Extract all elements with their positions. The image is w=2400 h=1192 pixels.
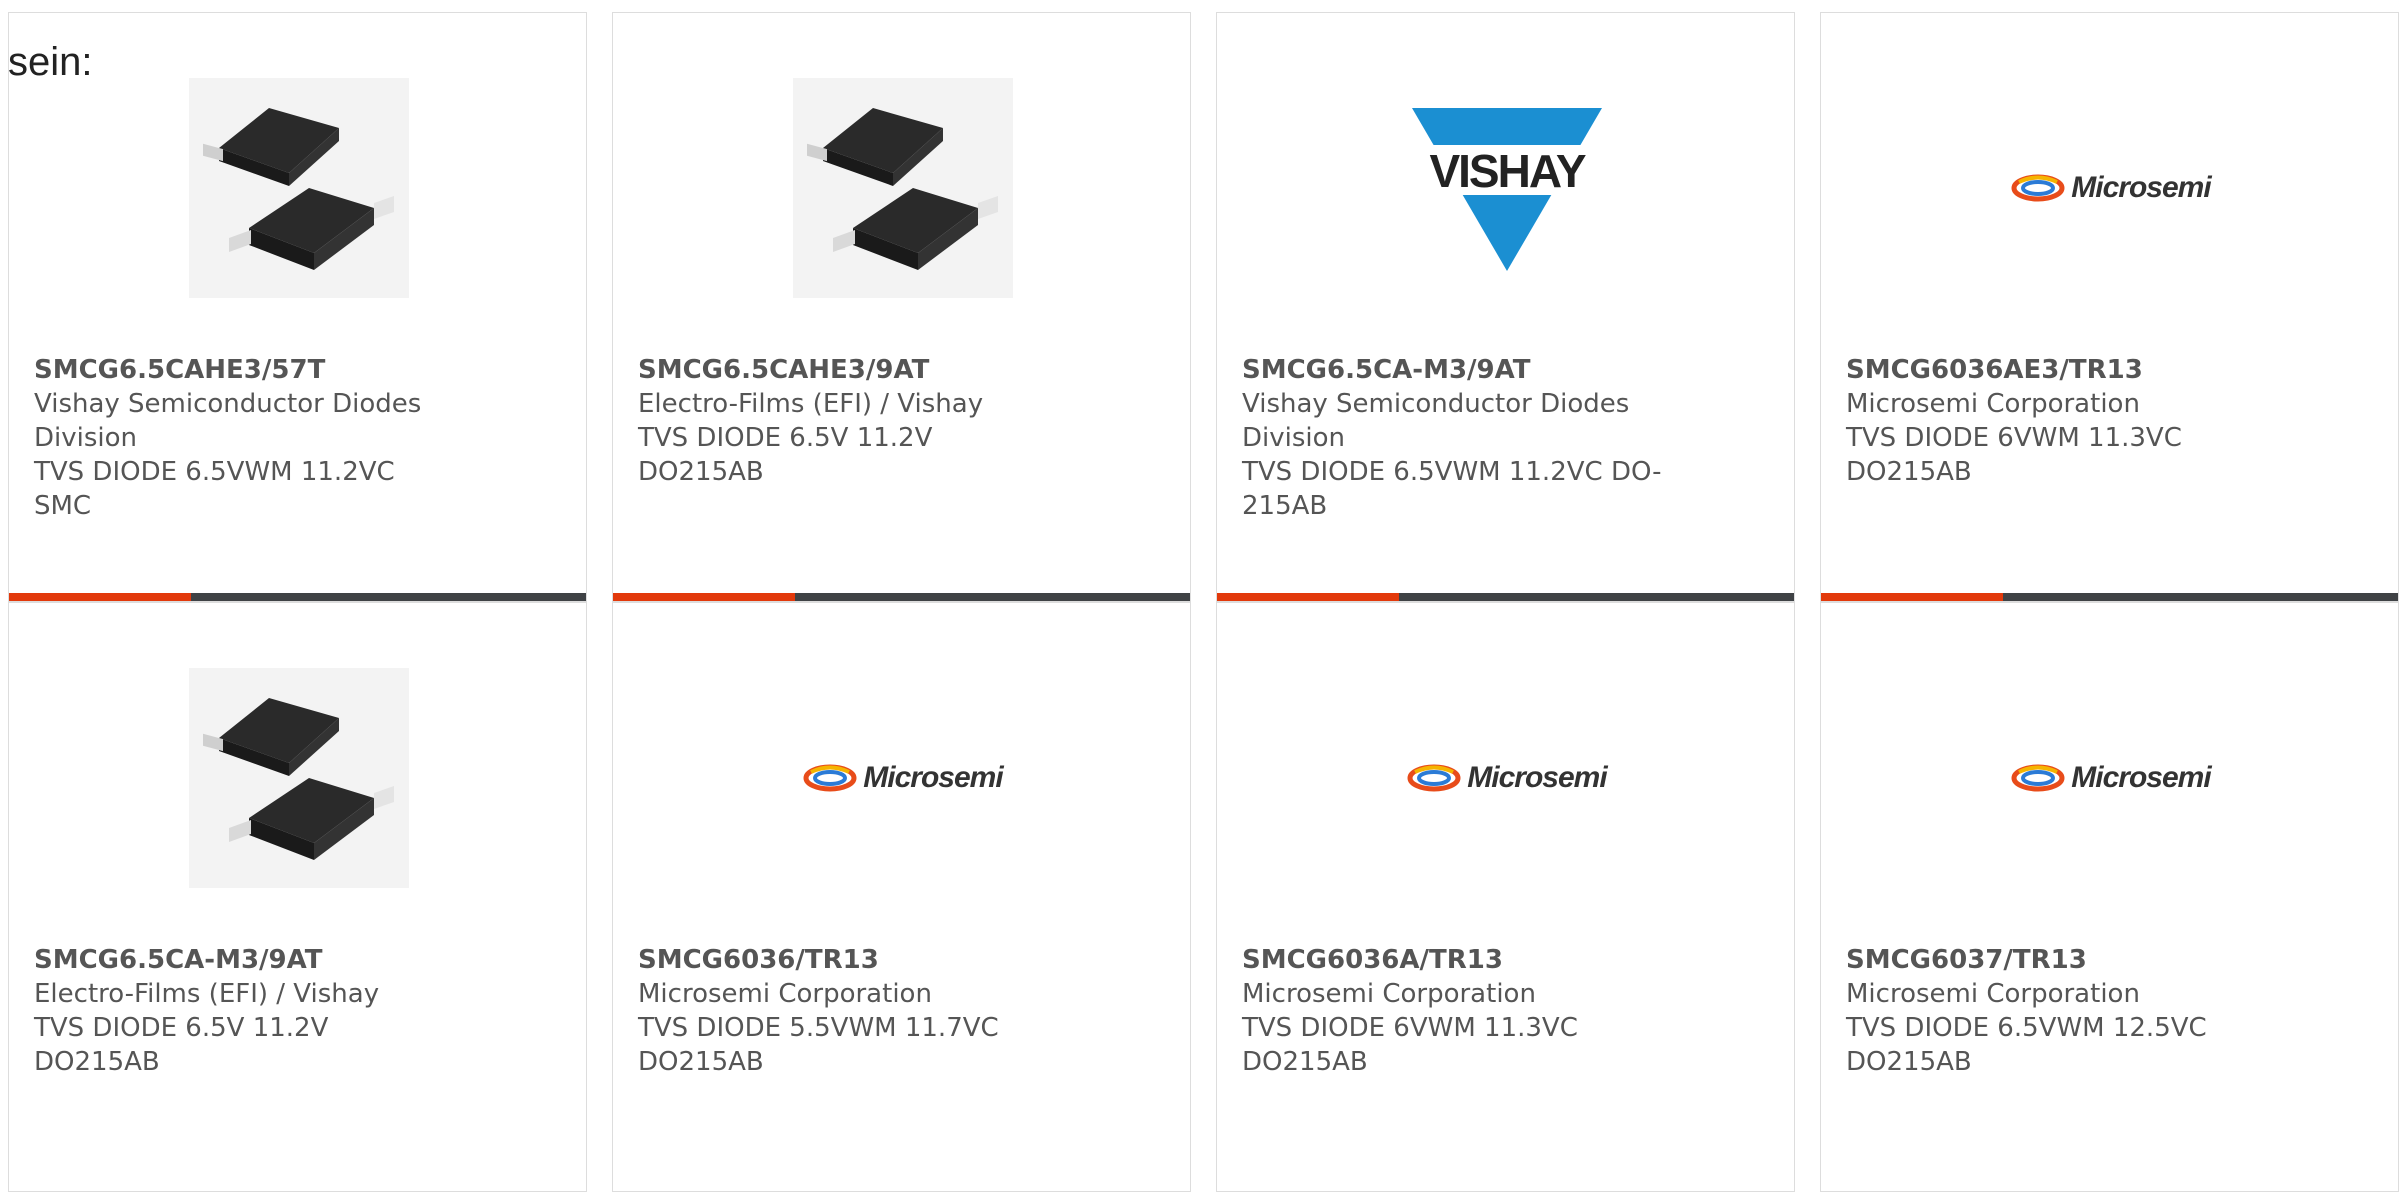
product-info: SMCG6.5CAHE3/9AT Electro-Films (EFI) / Vi… [638, 353, 1058, 489]
microsemi-logo: Microsemi [803, 761, 1004, 795]
product-description: TVS DIODE 6.5VWM 11.2VC DO-215AB [1242, 457, 1662, 521]
product-image[interactable] [793, 78, 1013, 298]
product-info: SMCG6036A/TR13 Microsemi Corporation TVS D… [1242, 943, 1662, 1079]
product-part-number[interactable]: SMCG6.5CA-M3/9AT [34, 943, 454, 977]
product-part-number[interactable]: SMCG6.5CA-M3/9AT [1242, 353, 1662, 387]
vishay-logo: VISHAY [1407, 108, 1607, 271]
product-manufacturer: Electro-Films (EFI) / Vishay [638, 389, 984, 419]
product-image[interactable]: Microsemi [1397, 668, 1617, 888]
product-image[interactable]: Microsemi [793, 668, 1013, 888]
product-part-number[interactable]: SMCG6.5CAHE3/9AT [638, 353, 1058, 387]
microsemi-swirl-icon [2011, 764, 2065, 792]
product-part-number[interactable]: SMCG6036/TR13 [638, 943, 1058, 977]
product-manufacturer: Microsemi Corporation [1846, 389, 2140, 419]
product-part-number[interactable]: SMCG6037/TR13 [1846, 943, 2266, 977]
product-card[interactable]: Microsemi SMCG6036A/TR13 Microsemi Corpora… [1216, 602, 1795, 1192]
card-footer-accent [1821, 593, 2003, 601]
product-info: SMCG6.5CA-M3/9AT Vishay Semiconductor Dio… [1242, 353, 1662, 523]
product-manufacturer: Vishay Semiconductor Diodes Division [34, 389, 422, 453]
microsemi-logo: Microsemi [1407, 761, 1608, 795]
product-info: SMCG6036AE3/TR13 Microsemi Corporation TVS… [1846, 353, 2266, 489]
product-card[interactable]: Microsemi SMCG6036/TR13 Microsemi Corporat… [612, 602, 1191, 1192]
product-manufacturer: Microsemi Corporation [1242, 979, 1536, 1009]
product-image[interactable] [189, 78, 409, 298]
product-info: SMCG6037/TR13 Microsemi Corporation TVS DI… [1846, 943, 2266, 1079]
product-image[interactable]: Microsemi [2001, 78, 2221, 298]
card-footer-accent [9, 593, 191, 601]
product-info: SMCG6036/TR13 Microsemi Corporation TVS DI… [638, 943, 1058, 1079]
product-card[interactable]: Microsemi SMCG6037/TR13 Microsemi Corporat… [1820, 602, 2399, 1192]
intro-text: sein: [8, 40, 93, 84]
product-part-number[interactable]: SMCG6036AE3/TR13 [1846, 353, 2266, 387]
product-image[interactable]: Microsemi [2001, 668, 2221, 888]
product-card[interactable]: SMCG6.5CAHE3/9AT Electro-Films (EFI) / Vi… [612, 12, 1191, 602]
product-image[interactable]: VISHAY [1397, 78, 1617, 298]
product-description: TVS DIODE 6.5V 11.2V DO215AB [638, 423, 933, 487]
product-description: TVS DIODE 6VWM 11.3VC DO215AB [1242, 1013, 1578, 1077]
product-image[interactable] [189, 668, 409, 888]
smc-package-photo [189, 668, 409, 888]
product-manufacturer: Microsemi Corporation [638, 979, 932, 1009]
product-card[interactable]: VISHAY SMCG6.5CA-M3/9AT Vishay Semiconduct… [1216, 12, 1795, 602]
svg-text:VISHAY: VISHAY [1429, 145, 1585, 197]
product-description: TVS DIODE 6.5VWM 11.2VC SMC [34, 457, 395, 521]
product-info: SMCG6.5CAHE3/57T Vishay Semiconductor Dio… [34, 353, 454, 523]
microsemi-wordmark: Microsemi [2071, 171, 2211, 204]
microsemi-logo: Microsemi [2011, 171, 2212, 205]
product-manufacturer: Vishay Semiconductor Diodes Division [1242, 389, 1630, 453]
smc-package-photo [189, 78, 409, 298]
microsemi-wordmark: Microsemi [863, 761, 1003, 794]
microsemi-swirl-icon [2011, 174, 2065, 202]
microsemi-wordmark: Microsemi [2071, 761, 2211, 794]
product-description: TVS DIODE 6.5V 11.2V DO215AB [34, 1013, 329, 1077]
microsemi-wordmark: Microsemi [1467, 761, 1607, 794]
product-card[interactable]: SMCG6.5CAHE3/57T Vishay Semiconductor Dio… [8, 12, 587, 602]
card-footer-bar [9, 593, 586, 601]
smc-package-photo [793, 78, 1013, 298]
microsemi-swirl-icon [1407, 764, 1461, 792]
microsemi-swirl-icon [803, 764, 857, 792]
card-footer-bar [1217, 593, 1794, 601]
product-description: TVS DIODE 6.5VWM 12.5VC DO215AB [1846, 1013, 2207, 1077]
microsemi-logo: Microsemi [2011, 761, 2212, 795]
product-description: TVS DIODE 5.5VWM 11.7VC DO215AB [638, 1013, 999, 1077]
card-footer-accent [613, 593, 795, 601]
product-description: TVS DIODE 6VWM 11.3VC DO215AB [1846, 423, 2182, 487]
product-card[interactable]: SMCG6.5CA-M3/9AT Electro-Films (EFI) / Vi… [8, 602, 587, 1192]
card-footer-bar [1821, 593, 2398, 601]
product-card[interactable]: Microsemi SMCG6036AE3/TR13 Microsemi Corpo… [1820, 12, 2399, 602]
product-manufacturer: Microsemi Corporation [1846, 979, 2140, 1009]
card-footer-accent [1217, 593, 1399, 601]
product-part-number[interactable]: SMCG6.5CAHE3/57T [34, 353, 454, 387]
card-footer-bar [613, 593, 1190, 601]
product-info: SMCG6.5CA-M3/9AT Electro-Films (EFI) / Vi… [34, 943, 454, 1079]
product-part-number[interactable]: SMCG6036A/TR13 [1242, 943, 1662, 977]
product-manufacturer: Electro-Films (EFI) / Vishay [34, 979, 380, 1009]
